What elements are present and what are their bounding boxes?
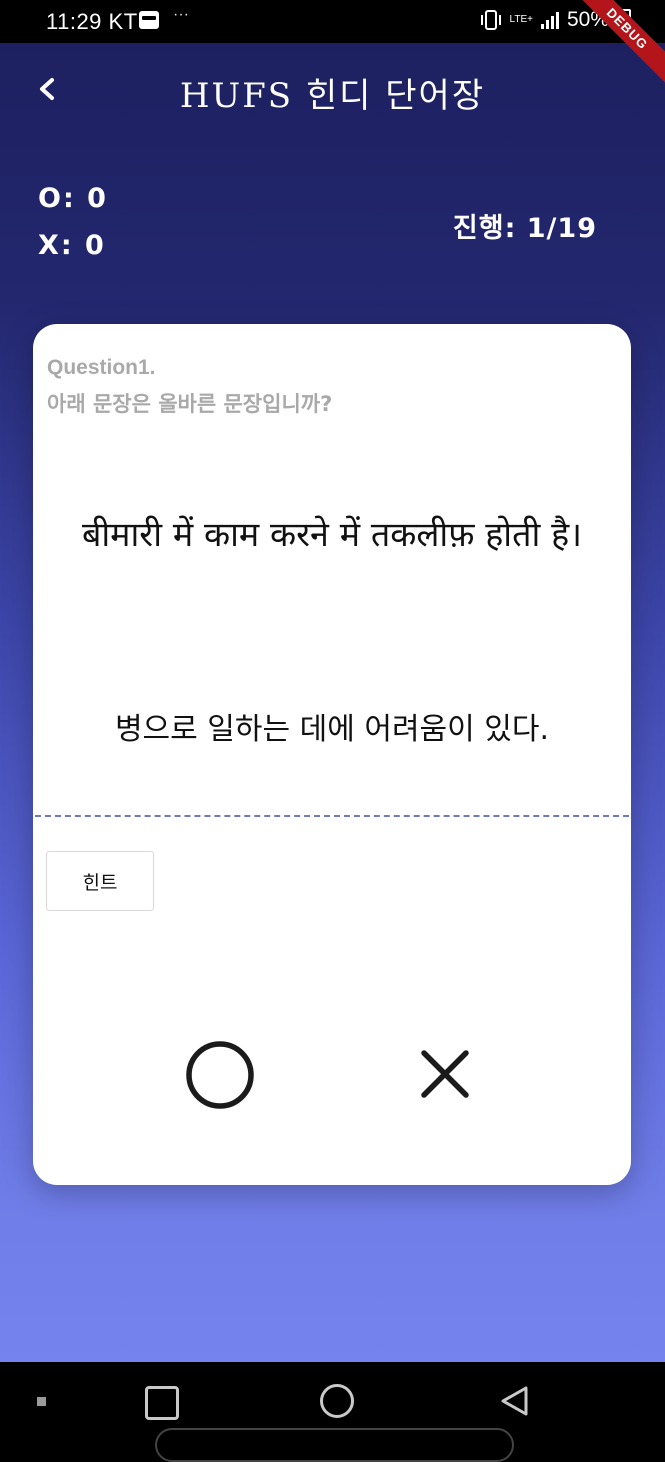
signal-icon: [540, 11, 559, 29]
correct-count: O: 0: [38, 183, 108, 214]
page-title: HUFS 힌디 단어장: [179, 76, 486, 116]
circle-o-icon[interactable]: [184, 1039, 256, 1111]
home-icon[interactable]: [320, 1384, 354, 1418]
hint-button[interactable]: 힌트: [46, 851, 154, 911]
divider: [35, 815, 629, 817]
back-icon[interactable]: [498, 1384, 532, 1418]
overflow-notifications-icon: ···: [173, 6, 189, 23]
question-prompt: 아래 문장은 올바른 문장입니까?: [47, 392, 333, 416]
gesture-handle: [155, 1428, 514, 1462]
progress-indicator: 진행: 1/19: [452, 213, 597, 244]
question-card: Question1. 아래 문장은 올바른 문장입니까? बीमारी में …: [33, 324, 631, 1185]
status-bar: 11:29 KT ··· LTE+ 50% DEBUG: [0, 0, 665, 94]
wallet-icon: [139, 11, 159, 29]
recents-icon[interactable]: [145, 1386, 179, 1420]
lte-icon: LTE+: [509, 14, 533, 25]
assistant-dot-icon: [37, 1397, 46, 1406]
korean-translation: 병으로 일하는 데에 어려움이 있다.: [114, 712, 550, 747]
system-nav-bar: [0, 1362, 665, 1462]
vibrate-icon: [480, 10, 501, 30]
question-number: Question1.: [47, 356, 156, 379]
status-time: 11:29 KT: [46, 9, 138, 34]
wrong-count: X: 0: [38, 230, 106, 261]
hindi-sentence: बीमारी में काम करने में तकलीफ़ होती है।: [81, 515, 583, 555]
x-icon[interactable]: [418, 1047, 472, 1101]
app-screen: 11:29 KT ··· LTE+ 50% DEBUG HUFS 힌디 단어장 …: [0, 0, 665, 1462]
